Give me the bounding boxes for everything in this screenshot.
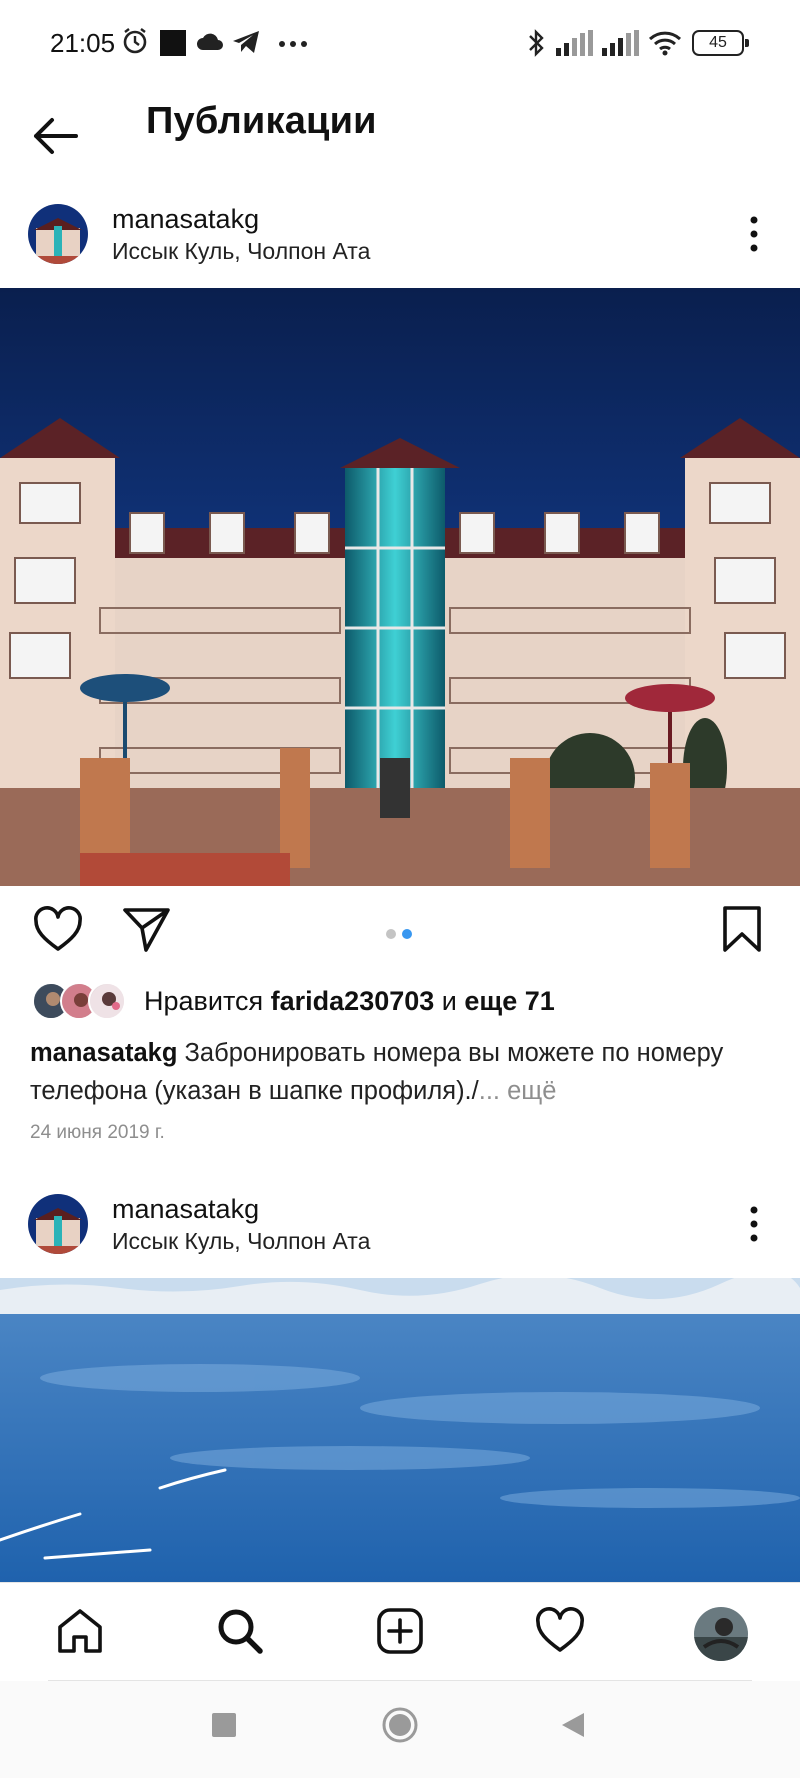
avatar[interactable] xyxy=(28,1194,88,1254)
like-button[interactable] xyxy=(32,904,84,961)
heart-icon xyxy=(34,906,82,951)
battery-icon: 45 xyxy=(692,30,749,56)
more-vertical-icon xyxy=(750,216,758,252)
send-icon xyxy=(123,908,170,952)
system-navigation xyxy=(0,1681,800,1778)
post-date: 24 июня 2019 г. xyxy=(30,1122,165,1143)
likes-row: Нравится farida230703 и еще 71 xyxy=(30,982,770,1026)
profile-avatar[interactable] xyxy=(694,1607,748,1661)
save-button[interactable] xyxy=(720,904,764,961)
telegram-icon xyxy=(232,30,260,54)
recent-apps-button[interactable] xyxy=(212,1713,236,1742)
carousel-dot-active xyxy=(402,929,412,939)
likes-text[interactable]: Нравится farida230703 и еще 71 xyxy=(144,986,555,1017)
post-caption: manasatakg Забронировать номера вы может… xyxy=(30,1034,770,1110)
avatar[interactable] xyxy=(28,204,88,264)
cloud-icon xyxy=(196,32,224,52)
share-button[interactable] xyxy=(120,904,172,961)
page-title: Публикации xyxy=(146,100,377,142)
avatar xyxy=(88,982,126,1020)
add-post-icon[interactable] xyxy=(374,1605,426,1657)
likes-count[interactable]: еще 71 xyxy=(464,986,554,1016)
battery-level: 45 xyxy=(709,34,727,51)
more-options-button[interactable] xyxy=(736,206,772,262)
bookmark-icon xyxy=(723,906,761,952)
post-username[interactable]: manasatakg xyxy=(112,1194,259,1225)
caption-username[interactable]: manasatakg xyxy=(30,1039,177,1067)
bottom-navigation xyxy=(0,1582,800,1680)
status-bar: 21:05 45 xyxy=(0,0,800,88)
carousel-indicator xyxy=(386,926,418,944)
post-actions xyxy=(0,888,800,978)
home-button[interactable] xyxy=(382,1707,418,1748)
signal-icon xyxy=(556,30,594,56)
caption-more-link[interactable]: ... ещё xyxy=(479,1077,557,1105)
carousel-dot xyxy=(386,929,396,939)
post-header: manasatakg Иссык Куль, Чолпон Ата xyxy=(0,1178,800,1262)
activity-heart-icon[interactable] xyxy=(534,1605,586,1657)
back-button[interactable] xyxy=(28,108,84,164)
signal-icon xyxy=(602,30,640,56)
post-location[interactable]: Иссык Куль, Чолпон Ата xyxy=(112,238,370,265)
wifi-icon xyxy=(648,30,682,56)
bluetooth-icon xyxy=(526,28,546,58)
post-location[interactable]: Иссык Куль, Чолпон Ата xyxy=(112,1228,370,1255)
notification-square-icon xyxy=(160,30,186,56)
home-icon[interactable] xyxy=(54,1605,106,1657)
more-vertical-icon xyxy=(750,1206,758,1242)
more-options-button[interactable] xyxy=(736,1196,772,1252)
post-image[interactable] xyxy=(0,1278,800,1582)
back-system-button[interactable] xyxy=(560,1711,586,1744)
liker-username[interactable]: farida230703 xyxy=(271,986,435,1016)
alarm-icon xyxy=(120,26,150,56)
arrow-left-icon xyxy=(34,118,78,154)
more-dots-icon xyxy=(278,40,308,48)
post-username[interactable]: manasatakg xyxy=(112,204,259,235)
liker-avatars xyxy=(30,982,130,1022)
post-header: manasatakg Иссык Куль, Чолпон Ата xyxy=(0,188,800,272)
search-icon[interactable] xyxy=(214,1605,266,1657)
status-time: 21:05 xyxy=(50,28,116,58)
post-image[interactable] xyxy=(0,288,800,886)
